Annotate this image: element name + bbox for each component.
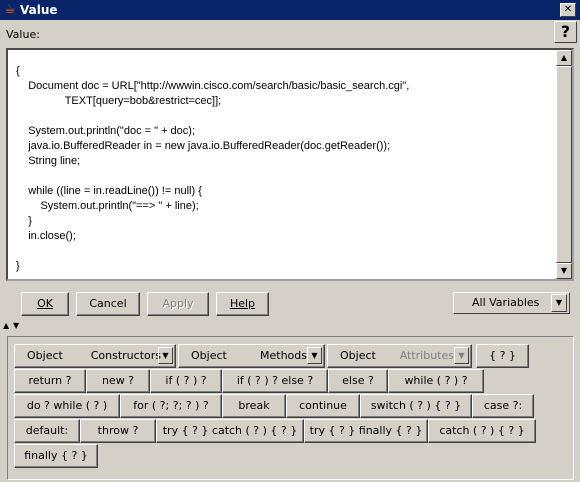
variables-dropdown-value: All Variables <box>472 296 540 309</box>
snippet-button[interactable]: try { ? } finally { ? } <box>304 419 428 443</box>
snippet-button[interactable]: case ?: <box>472 394 534 418</box>
snippet-button[interactable]: if ( ? ) ? <box>150 369 222 393</box>
block-snippet-button[interactable]: { ? } <box>476 344 529 368</box>
snippet-button[interactable]: do ? while ( ? ) <box>14 394 120 418</box>
constructors-combo[interactable]: Object Constructors ▼ <box>14 344 176 368</box>
chevron-down-icon[interactable]: ▼ <box>307 347 322 364</box>
snippet-button[interactable]: finally { ? } <box>14 444 98 468</box>
methods-combo[interactable]: Object Methods ▼ <box>178 344 325 368</box>
collapse-up-icon[interactable]: ▲ <box>3 322 9 330</box>
snippet-button[interactable]: throw ? <box>80 419 156 443</box>
attributes-combo-value: Attributes <box>399 349 454 362</box>
java-cup-icon: ☕ <box>4 2 16 17</box>
chevron-down-icon[interactable]: ▼ <box>551 294 567 312</box>
chevron-down-icon[interactable]: ▼ <box>158 347 173 364</box>
chevron-down-icon[interactable]: ▼ <box>454 347 469 364</box>
help-button[interactable]: Help <box>216 292 269 316</box>
snippet-button[interactable]: switch ( ? ) { ? } <box>360 394 472 418</box>
constructors-combo-value: Constructors <box>90 349 161 362</box>
snippet-button[interactable]: continue <box>286 394 360 418</box>
close-button[interactable]: ✕ <box>560 3 576 17</box>
snippet-button[interactable]: break <box>222 394 286 418</box>
variables-dropdown[interactable]: All Variables ▼ <box>453 292 570 314</box>
vertical-scrollbar[interactable]: ▲ ▼ <box>556 50 572 279</box>
context-help-button[interactable]: ? <box>554 21 577 43</box>
scroll-thumb[interactable] <box>556 66 572 263</box>
snippet-button[interactable]: else ? <box>328 369 388 393</box>
window-title: Value <box>20 3 58 17</box>
ok-button[interactable]: OK <box>21 292 69 316</box>
split-pane-divider[interactable]: ▲ ▼ <box>0 322 580 330</box>
snippet-button[interactable]: if ( ? ) ? else ? <box>222 369 328 393</box>
scroll-up-arrow-icon[interactable]: ▲ <box>556 50 572 66</box>
value-label: Value: <box>6 28 40 41</box>
snippet-button[interactable]: while ( ? ) ? <box>388 369 484 393</box>
code-editor[interactable]: { Document doc = URL["http://wwwin.cisco… <box>6 48 574 281</box>
scroll-down-arrow-icon[interactable]: ▼ <box>556 263 572 279</box>
snippet-button[interactable]: return ? <box>14 369 86 393</box>
title-bar: ☕ Value ✕ <box>0 0 580 20</box>
snippet-button[interactable]: for ( ?; ?; ? ) ? <box>120 394 222 418</box>
snippet-button[interactable]: catch ( ? ) { ? } <box>428 419 536 443</box>
snippet-button[interactable]: try { ? } catch ( ? ) { ? } <box>156 419 304 443</box>
apply-button[interactable]: Apply <box>147 292 209 316</box>
expand-down-icon[interactable]: ▼ <box>13 322 19 330</box>
snippet-button[interactable]: default: <box>14 419 80 443</box>
cancel-button[interactable]: Cancel <box>76 292 140 316</box>
close-icon: ✕ <box>563 4 573 15</box>
methods-combo-value: Methods <box>260 349 307 362</box>
snippet-button[interactable]: new ? <box>86 369 150 393</box>
code-text[interactable]: { Document doc = URL["http://wwwin.cisco… <box>16 64 558 274</box>
question-mark-icon: ? <box>560 22 571 41</box>
attributes-combo[interactable]: Object Attributes ▼ <box>327 344 472 368</box>
